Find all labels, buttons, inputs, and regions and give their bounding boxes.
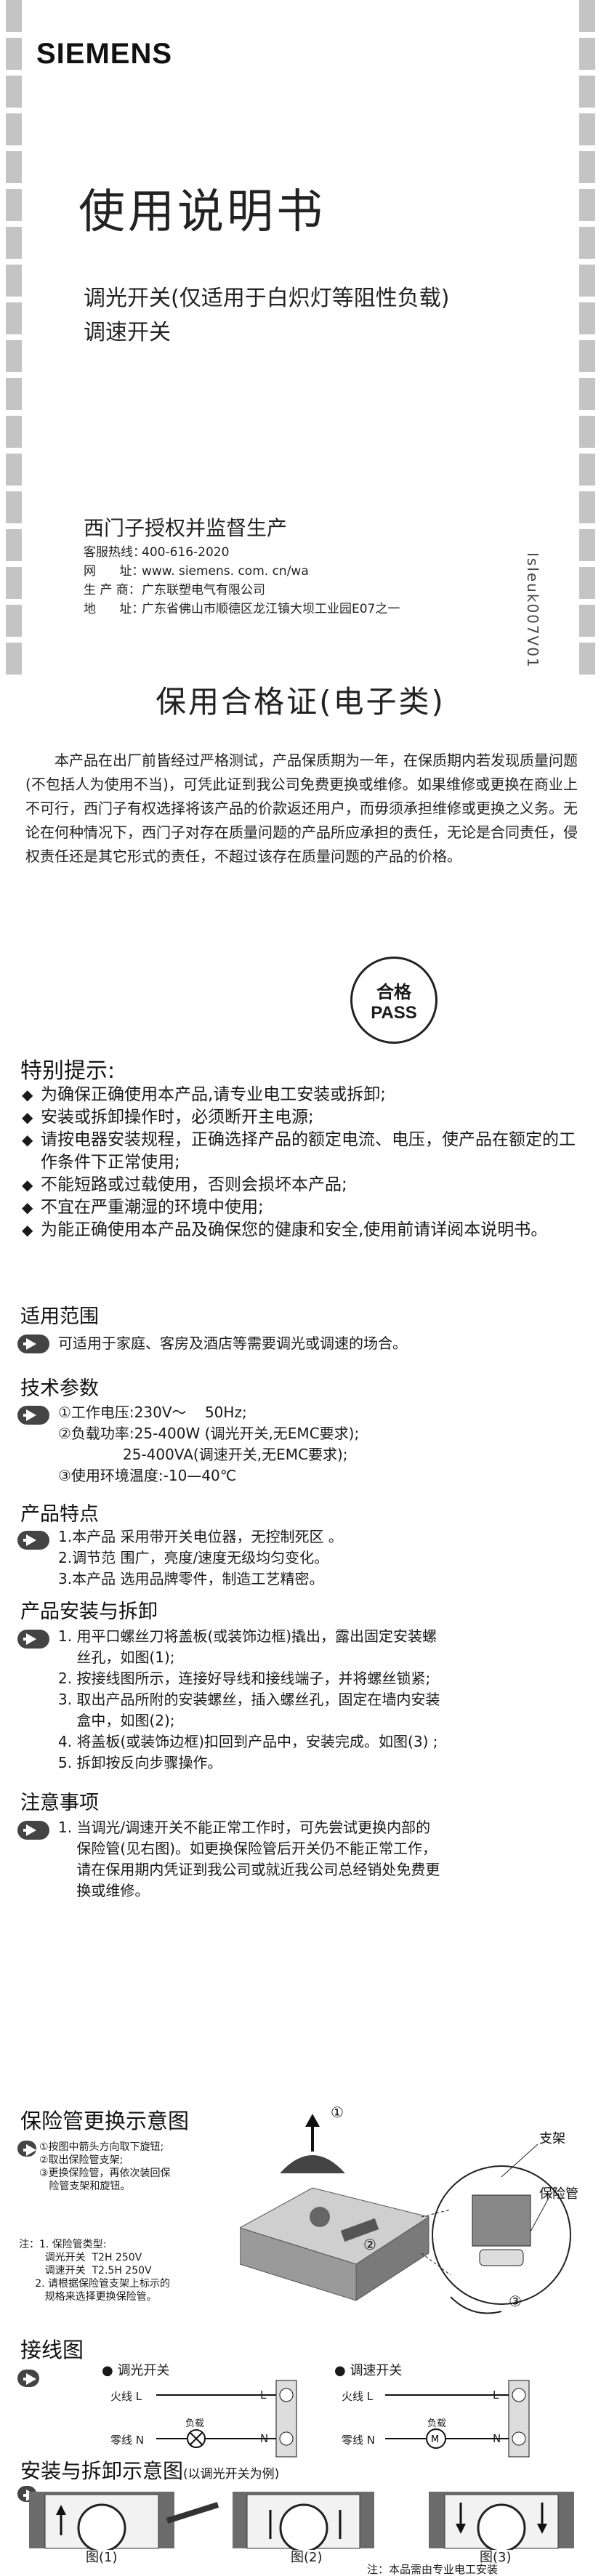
callout-1: ① — [331, 2104, 344, 2121]
info-row: 生 产 商： 广东联塑电气有限公司 — [84, 583, 265, 597]
knob-icon — [280, 2155, 345, 2173]
terminal-N-right: N — [493, 2432, 501, 2445]
figure-1 — [29, 2492, 219, 2550]
up-arrow-head-icon — [305, 2114, 320, 2127]
caution-body: 1. 当调光/调速开关不能正常工作时，可先尝试更换内部的 保险管(见右图)。如更… — [58, 1819, 440, 1899]
document-code: Isleuk007V01 — [524, 552, 541, 669]
bracket-icon — [472, 2194, 531, 2247]
notes-title: 特别提示: — [20, 1058, 116, 1084]
manual-title: 使用说明书 — [78, 185, 326, 239]
terminal-screw-icon — [279, 2388, 294, 2402]
arrow-icon — [17, 2141, 36, 2157]
list-item: 不能短路或过载使用，否则会损坏本产品; — [22, 1174, 589, 1196]
scope-body: 可适用于家庭、客房及酒店等需要调光或调速的场合。 — [58, 1335, 407, 1352]
caution-title: 注意事项 — [20, 1792, 99, 1814]
fuse-note: 注：1. 保险管类型: 调光开关 T2H 250V 调速开关 T2.5H 250… — [19, 2239, 171, 2303]
manual-page: SIEMENS 使用说明书 调光开关(仅适用于白炽灯等阻性负载) 调速开关 西门… — [0, 0, 601, 2576]
dial-icon — [477, 2503, 526, 2550]
info-row: 网 址： www. siemens. com. cn/wa — [84, 564, 309, 579]
warranty-title: 保用合格证(电子类) — [156, 684, 445, 720]
callout-2: ② — [363, 2236, 376, 2253]
figure-2 — [233, 2492, 374, 2550]
brand-logo: SIEMENS — [36, 38, 173, 70]
arrow-icon — [17, 1335, 49, 1353]
dial-icon — [77, 2503, 126, 2550]
live-label: 火线 L — [110, 2390, 142, 2403]
shaft-icon — [310, 2207, 330, 2227]
fuse-diagram — [240, 2114, 571, 2314]
list-item: 为确保正确使用本产品,请专业电工安装或拆卸; — [22, 1084, 589, 1106]
list-item: 为能正确使用本产品及确保您的健康和安全,使用前请详阅本说明书。 — [22, 1219, 589, 1241]
scope-title: 适用范围 — [20, 1305, 99, 1328]
features-title: 产品特点 — [20, 1503, 99, 1526]
cover: SIEMENS 使用说明书 调光开关(仅适用于白炽灯等阻性负载) 调速开关 西门… — [0, 0, 601, 691]
figure-3 — [429, 2492, 574, 2550]
install-title: 产品安装与拆卸 — [20, 1601, 158, 1623]
load-label: 负载 — [185, 2418, 205, 2429]
left-stripe-border — [6, 0, 22, 676]
fuse-title: 保险管更换示意图 — [20, 2109, 190, 2133]
label-bracket: 支架 — [539, 2131, 565, 2146]
list-item: 安装或拆卸操作时，必须断开主电源; — [22, 1106, 589, 1129]
fig-1-label: 图(1) — [86, 2550, 118, 2565]
load-label-right: 负载 — [427, 2418, 447, 2429]
terminal-screw-icon — [512, 2388, 526, 2402]
maker-statement: 西门子授权并监督生产 — [84, 516, 288, 540]
right-stripe-border — [579, 0, 595, 676]
terminal-L-right: L — [493, 2388, 499, 2402]
neutral-label-right: 零线 N — [342, 2434, 375, 2447]
list-item: 不宜在严重潮湿的环境中使用; — [22, 1196, 589, 1219]
info-row: 地 址： 广东省佛山市顺德区龙江镇大坝工业园E07之一 — [84, 602, 400, 616]
callout-3: ③ — [509, 2293, 522, 2310]
pass-seal: 合格 PASS — [350, 957, 437, 1044]
info-row: 客服热线： 400-616-2020 — [84, 545, 230, 560]
contact-info: 客服热线： 400-616-2020 网 址： www. siemens. com.… — [84, 543, 400, 619]
label-fuse: 保险管 — [539, 2186, 578, 2202]
fuse-tube-icon — [479, 2249, 524, 2266]
neutral-label: 零线 N — [110, 2434, 144, 2447]
fig-2-label: 图(2) — [291, 2550, 323, 2565]
arrow-icon — [17, 1630, 49, 1649]
tech-title: 技术参数 — [20, 1377, 99, 1400]
terminal-L: L — [260, 2388, 267, 2402]
footnote: 注：本品需由专业电工安装 — [367, 2563, 499, 2576]
fuse-steps: ①按图中箭头方向取下旋钮; ②取出保险管支架; ③更换保险管，再依次装回保 险管… — [39, 2141, 171, 2192]
warranty-text: 本产品在出厂前皆经过严格测试，产品保质期为一年，在保质期内若发现质量问题(不包括… — [25, 752, 578, 865]
features-body: 1.本产品 采用带开关电位器，无控制死区 。 2.调节范 围广，亮度/速度无级均… — [58, 1528, 343, 1587]
notes-list: 为确保正确使用本产品,请专业电工安装或拆卸; 安装或拆卸操作时，必须断开主电源;… — [22, 1084, 589, 1241]
terminal-screw-icon — [512, 2431, 526, 2446]
wiring-title: 接线图 — [20, 2338, 84, 2362]
svg-text:M: M — [431, 2434, 439, 2445]
arrow-icon — [17, 1531, 49, 1550]
product-line-1: 调光开关(仅适用于白炽灯等阻性负载) — [84, 286, 450, 311]
arrow-icon — [17, 1821, 49, 1840]
tech-body: ①工作电压:230V～ 50Hz; ②负载功率:25-400W (调光开关,无E… — [58, 1404, 360, 1484]
terminal-screw-icon — [279, 2431, 294, 2446]
terminal-N: N — [260, 2432, 269, 2445]
install-fig-title: 安装与拆卸示意图(以调光开关为例) — [20, 2459, 280, 2483]
dial-icon — [279, 2503, 328, 2550]
arrow-icon — [17, 1406, 49, 1425]
install-body: 1. 用平口螺丝刀将盖板(或装饰边框)撬出，露出固定安装螺 丝孔，如图(1); … — [58, 1627, 440, 1771]
list-item: 请按电器安装规程，正确选择产品的额定电流、电压，使产品在额定的工作条件下正常使用… — [22, 1129, 589, 1174]
install-diagram — [29, 2492, 574, 2550]
live-label-right: 火线 L — [342, 2390, 374, 2403]
screwdriver-icon — [166, 2502, 219, 2524]
product-line-2: 调速开关 — [84, 320, 171, 345]
